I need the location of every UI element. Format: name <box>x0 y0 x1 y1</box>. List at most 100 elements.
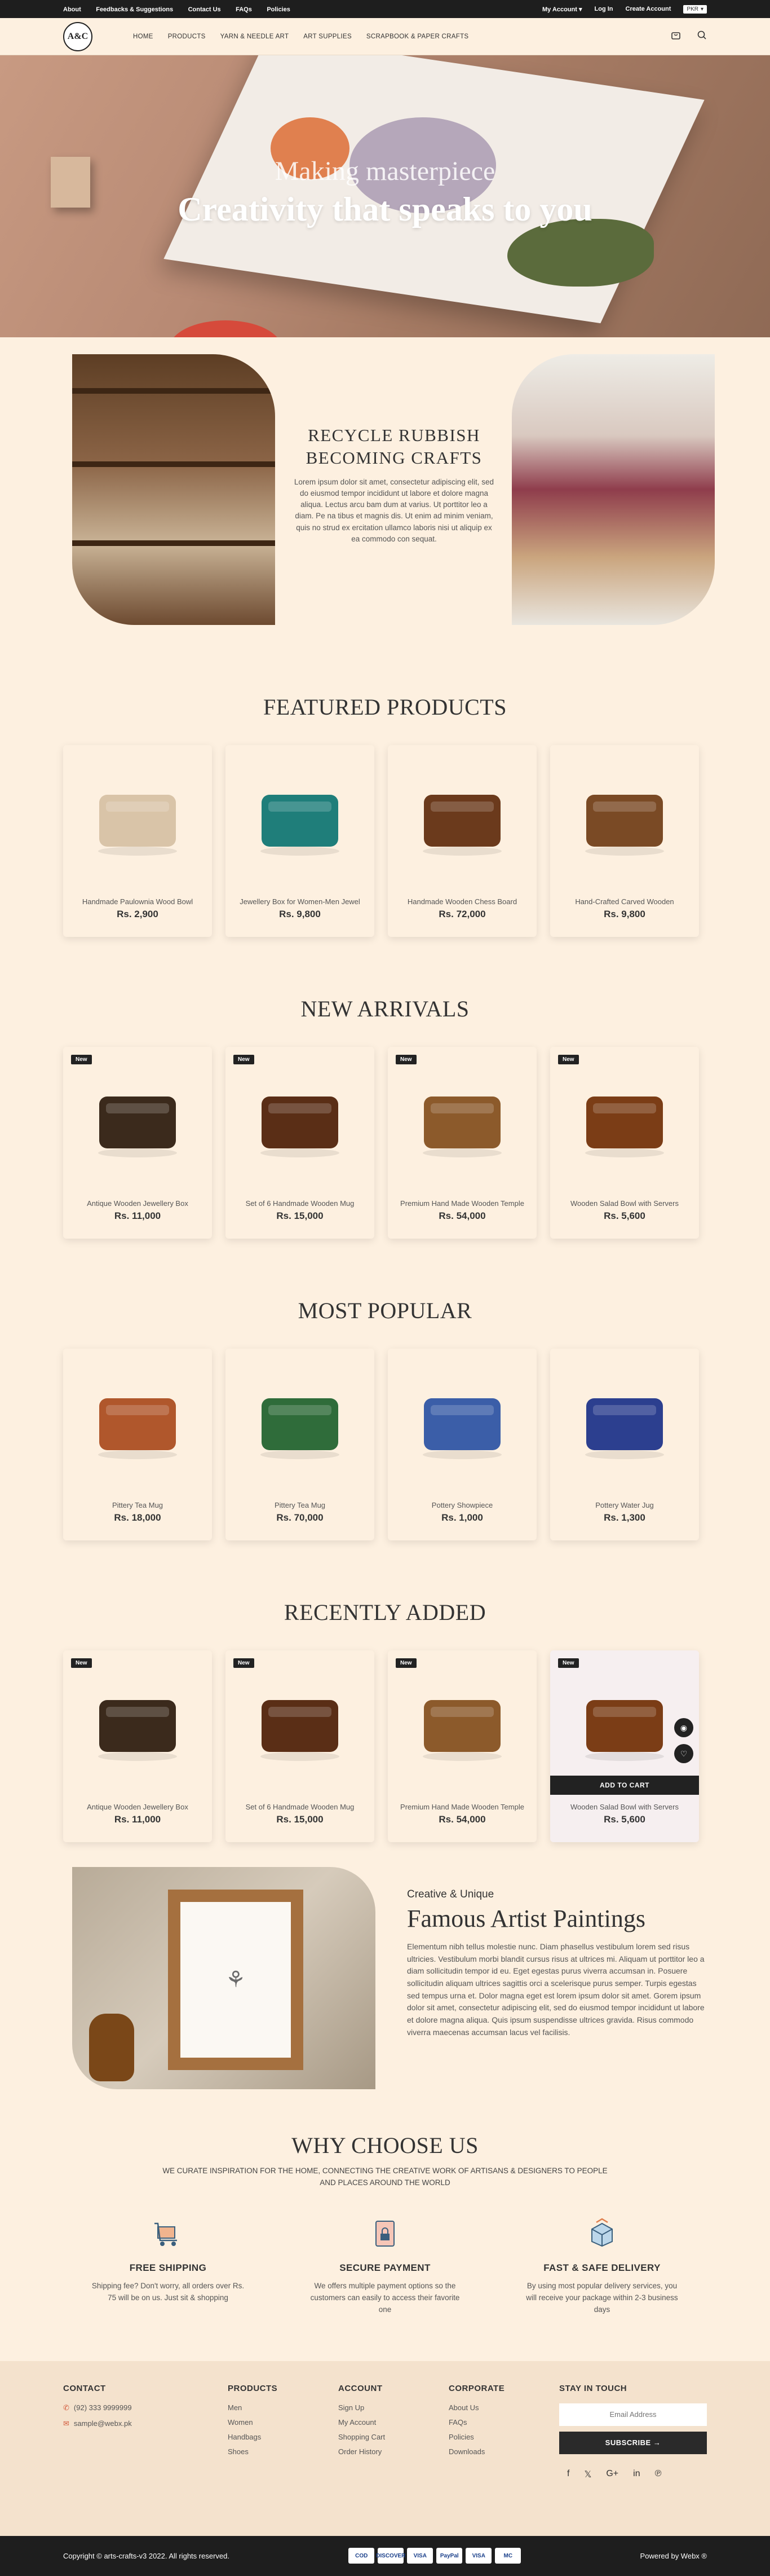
section-title: FEATURED PRODUCTS <box>263 694 507 720</box>
footer-link-orders[interactable]: Order History <box>338 2447 449 2456</box>
nav-item-scrapbook[interactable]: SCRAPBOOK & PAPER CRAFTS <box>366 33 468 40</box>
why-item-payment: SECURE PAYMENT We offers multiple paymen… <box>306 2214 464 2316</box>
powered-by[interactable]: Powered by Webx ® <box>640 2552 707 2560</box>
footer-link-faqs[interactable]: FAQs <box>449 2418 559 2427</box>
heart-icon[interactable]: ♡ <box>674 1744 693 1763</box>
footer-link-shoes[interactable]: Shoes <box>228 2447 338 2456</box>
add-to-cart-button[interactable]: ADD TO CART <box>550 1776 699 1795</box>
login-link[interactable]: Log In <box>595 6 613 12</box>
my-account-dropdown[interactable]: My Account ▾ <box>542 6 582 13</box>
product-card[interactable]: New Wooden Salad Bowl with Servers Rs. 5,6… <box>550 1047 699 1239</box>
footer-link-men[interactable]: Men <box>228 2403 338 2412</box>
footer-products: PRODUCTS Men Women Handbags Shoes <box>228 2384 338 2536</box>
pinterest-icon[interactable]: ℗ <box>655 2469 662 2480</box>
product-price: Rs. 18,000 <box>114 1512 161 1523</box>
product-card[interactable]: Handmade Wooden Chess Board Rs. 72,000 <box>388 745 537 937</box>
why-item-shipping: FREE SHIPPING Shipping fee? Don't worry,… <box>89 2214 247 2316</box>
footer-account: ACCOUNT Sign Up My Account Shopping Cart… <box>338 2384 449 2536</box>
footer-products-title: PRODUCTS <box>228 2383 278 2393</box>
product-card[interactable]: Hand-Crafted Carved Wooden Rs. 9,800 <box>550 745 699 937</box>
product-name[interactable]: Wooden Salad Bowl with Servers <box>550 1199 699 1208</box>
phone-number[interactable]: (92) 333 9999999 <box>74 2403 132 2412</box>
product-card[interactable]: Pottery Water Jug Rs. 1,300 <box>550 1349 699 1540</box>
product-card[interactable]: Pittery Tea Mug Rs. 70,000 <box>225 1349 374 1540</box>
top-link-faqs[interactable]: FAQs <box>236 6 252 13</box>
product-name[interactable]: Handmade Wooden Chess Board <box>388 897 537 906</box>
product-name[interactable]: Premium Hand Made Wooden Temple <box>388 1199 537 1208</box>
product-name[interactable]: Pottery Water Jug <box>550 1501 699 1509</box>
product-name[interactable]: Handmade Paulownia Wood Bowl <box>63 897 212 906</box>
site-logo[interactable]: A&C <box>63 21 92 51</box>
product-price: Rs. 15,000 <box>276 1210 324 1221</box>
eye-icon[interactable]: ◉ <box>674 1718 693 1737</box>
product-name[interactable]: Antique Wooden Jewellery Box <box>63 1199 212 1208</box>
phone-icon: ✆ <box>63 2403 69 2412</box>
product-name[interactable]: Jewellery Box for Women-Men Jewel <box>225 897 374 906</box>
subscribe-button[interactable]: SUBSCRIBE → <box>559 2431 707 2454</box>
product-price: Rs. 2,900 <box>117 909 158 919</box>
product-name[interactable]: Pittery Tea Mug <box>63 1501 212 1509</box>
secure-payment-icon <box>365 2214 405 2253</box>
product-card[interactable]: New Antique Wooden Jewellery Box Rs. 11,00… <box>63 1047 212 1239</box>
product-name[interactable]: Hand-Crafted Carved Wooden <box>550 897 699 906</box>
email-address[interactable]: sample@webx.pk <box>74 2419 132 2428</box>
product-price: Rs. 1,000 <box>441 1512 483 1523</box>
search-icon[interactable] <box>697 30 707 43</box>
footer-contact-title: CONTACT <box>63 2383 106 2393</box>
top-link-contact[interactable]: Contact Us <box>188 6 221 13</box>
linkedin-icon[interactable]: in <box>633 2469 640 2480</box>
visa-icon: VISA <box>407 2548 433 2564</box>
product-name[interactable]: Set of 6 Handmade Wooden Mug <box>225 1803 374 1811</box>
product-card[interactable]: New Premium Hand Made Wooden Temple Rs. 54… <box>388 1650 537 1842</box>
product-image <box>574 779 675 858</box>
why-title: WHY CHOOSE US <box>291 2133 479 2158</box>
create-account-link[interactable]: Create Account <box>626 6 671 12</box>
bag-icon[interactable] <box>671 30 681 43</box>
product-card[interactable]: New Wooden Salad Bowl with Servers Rs. 5,6… <box>550 1650 699 1842</box>
chevron-down-icon: ▾ <box>700 6 703 12</box>
product-name[interactable]: Antique Wooden Jewellery Box <box>63 1803 212 1811</box>
artist-body: Elementum nibh tellus molestie nunc. Dia… <box>407 1942 705 2037</box>
top-link-policies[interactable]: Policies <box>267 6 290 13</box>
footer-link-signup[interactable]: Sign Up <box>338 2403 449 2412</box>
top-bar: About Feedbacks & Suggestions Contact Us… <box>0 0 770 18</box>
nav-item-art-supplies[interactable]: ART SUPPLIES <box>303 33 352 40</box>
nav-item-yarn[interactable]: YARN & NEEDLE ART <box>220 33 289 40</box>
product-card[interactable]: New Set of 6 Handmade Wooden Mug Rs. 15,00… <box>225 1650 374 1842</box>
footer-link-downloads[interactable]: Downloads <box>449 2447 559 2456</box>
product-card[interactable]: Pittery Tea Mug Rs. 18,000 <box>63 1349 212 1540</box>
product-name[interactable]: Pottery Showpiece <box>388 1501 537 1509</box>
footer-link-women[interactable]: Women <box>228 2418 338 2427</box>
product-card[interactable]: Jewellery Box for Women-Men Jewel Rs. 9,8… <box>225 745 374 937</box>
artist-title: Famous Artist Paintings <box>407 1905 645 1932</box>
product-name[interactable]: Pittery Tea Mug <box>225 1501 374 1509</box>
why-grid: FREE SHIPPING Shipping fee? Don't worry,… <box>0 2214 770 2316</box>
top-link-feedback[interactable]: Feedbacks & Suggestions <box>96 6 173 13</box>
product-image <box>574 1684 675 1763</box>
footer-link-handbags[interactable]: Handbags <box>228 2433 338 2441</box>
top-link-about[interactable]: About <box>63 6 81 13</box>
why-item-title: SECURE PAYMENT <box>339 2262 431 2273</box>
product-name[interactable]: Premium Hand Made Wooden Temple <box>388 1803 537 1811</box>
footer-link-about[interactable]: About Us <box>449 2403 559 2412</box>
twitter-icon[interactable]: 𝕏 <box>584 2469 591 2480</box>
new-badge: New <box>233 1658 254 1668</box>
footer-link-policies[interactable]: Policies <box>449 2433 559 2441</box>
product-card[interactable]: New Premium Hand Made Wooden Temple Rs. 54… <box>388 1047 537 1239</box>
facebook-icon[interactable]: f <box>567 2469 569 2480</box>
newsletter-email-input[interactable] <box>559 2403 707 2426</box>
nav-item-home[interactable]: HOME <box>133 33 153 40</box>
product-card[interactable]: New Set of 6 Handmade Wooden Mug Rs. 15,00… <box>225 1047 374 1239</box>
product-name[interactable]: Set of 6 Handmade Wooden Mug <box>225 1199 374 1208</box>
product-card[interactable]: Handmade Paulownia Wood Bowl Rs. 2,900 <box>63 745 212 937</box>
recycle-image-left <box>72 354 275 625</box>
footer-link-cart[interactable]: Shopping Cart <box>338 2433 449 2441</box>
currency-select[interactable]: PKR ▾ <box>683 5 707 14</box>
footer-link-my-account[interactable]: My Account <box>338 2418 449 2427</box>
delivery-box-icon <box>582 2214 622 2253</box>
product-name[interactable]: Wooden Salad Bowl with Servers <box>550 1803 699 1811</box>
product-card[interactable]: Pottery Showpiece Rs. 1,000 <box>388 1349 537 1540</box>
google-plus-icon[interactable]: G+ <box>606 2469 618 2480</box>
nav-item-products[interactable]: PRODUCTS <box>168 33 206 40</box>
product-card[interactable]: New Antique Wooden Jewellery Box Rs. 11,00… <box>63 1650 212 1842</box>
